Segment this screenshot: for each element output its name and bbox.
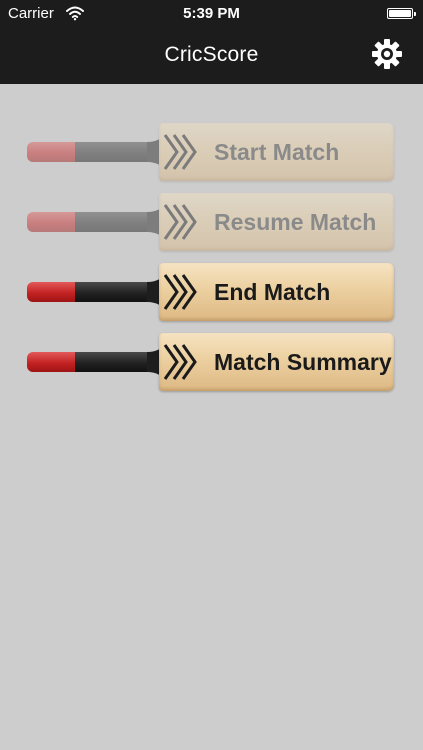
menu-item-label: Start Match xyxy=(214,139,340,165)
chevron-right-icon xyxy=(163,204,197,240)
gear-icon[interactable] xyxy=(371,38,403,70)
page-title: CricScore xyxy=(164,43,259,66)
navigation-bar: Carrier 5:39 PM CricScore xyxy=(0,0,423,84)
chevron-right-icon xyxy=(163,274,197,310)
match-summary-button[interactable]: Match Summary xyxy=(27,333,394,391)
menu-item-label: End Match xyxy=(214,279,331,305)
chevron-right-icon xyxy=(163,344,197,380)
resume-match-button[interactable]: Resume Match xyxy=(27,193,394,251)
start-match-button[interactable]: Start Match xyxy=(27,123,394,181)
end-match-button[interactable]: End Match xyxy=(27,263,394,321)
menu-item-label: Resume Match xyxy=(214,209,377,235)
chevron-right-icon xyxy=(163,134,197,170)
menu-item-label: Match Summary xyxy=(214,349,392,375)
clock: 5:39 PM xyxy=(183,5,240,22)
status-bar: Carrier 5:39 PM xyxy=(0,0,423,28)
battery-icon xyxy=(387,8,416,19)
